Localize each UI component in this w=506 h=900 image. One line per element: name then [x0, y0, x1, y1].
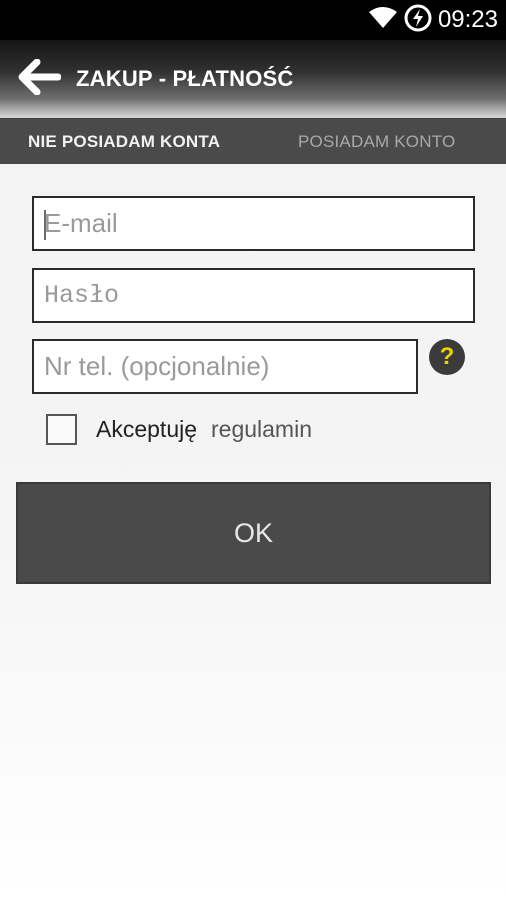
action-bar: ZAKUP - PŁATNOŚĆ	[0, 40, 506, 118]
terms-label: Akceptuję	[96, 416, 198, 442]
back-button[interactable]	[4, 40, 74, 118]
question-mark-icon[interactable]: ?	[429, 339, 465, 375]
email-field[interactable]	[32, 196, 475, 251]
password-field[interactable]	[32, 268, 475, 323]
wifi-icon	[368, 6, 398, 35]
ok-button-label: OK	[233, 517, 273, 548]
phone-field[interactable]	[32, 339, 418, 394]
password-input[interactable]	[44, 281, 473, 310]
battery-charging-icon	[404, 4, 432, 37]
ok-button[interactable]: OK	[16, 482, 491, 584]
status-icons: 09:23	[368, 4, 498, 36]
terms-checkbox[interactable]	[46, 414, 77, 445]
email-input[interactable]	[44, 208, 473, 239]
terms-link[interactable]: regulamin	[211, 416, 312, 443]
page-title: ZAKUP - PŁATNOŚĆ	[76, 66, 294, 91]
tab-bar: NIE POSIADAM KONTA POSIADAM KONTO	[0, 118, 506, 164]
tab-have-account[interactable]: POSIADAM KONTO	[298, 132, 455, 152]
text-caret	[44, 210, 46, 240]
status-time: 09:23	[437, 6, 498, 33]
status-bar: 09:23	[0, 0, 506, 40]
question-mark-glyph: ?	[439, 343, 455, 370]
arrow-left-icon	[17, 58, 62, 100]
phone-input[interactable]	[44, 351, 416, 382]
tab-no-account[interactable]: NIE POSIADAM KONTA	[28, 132, 220, 152]
